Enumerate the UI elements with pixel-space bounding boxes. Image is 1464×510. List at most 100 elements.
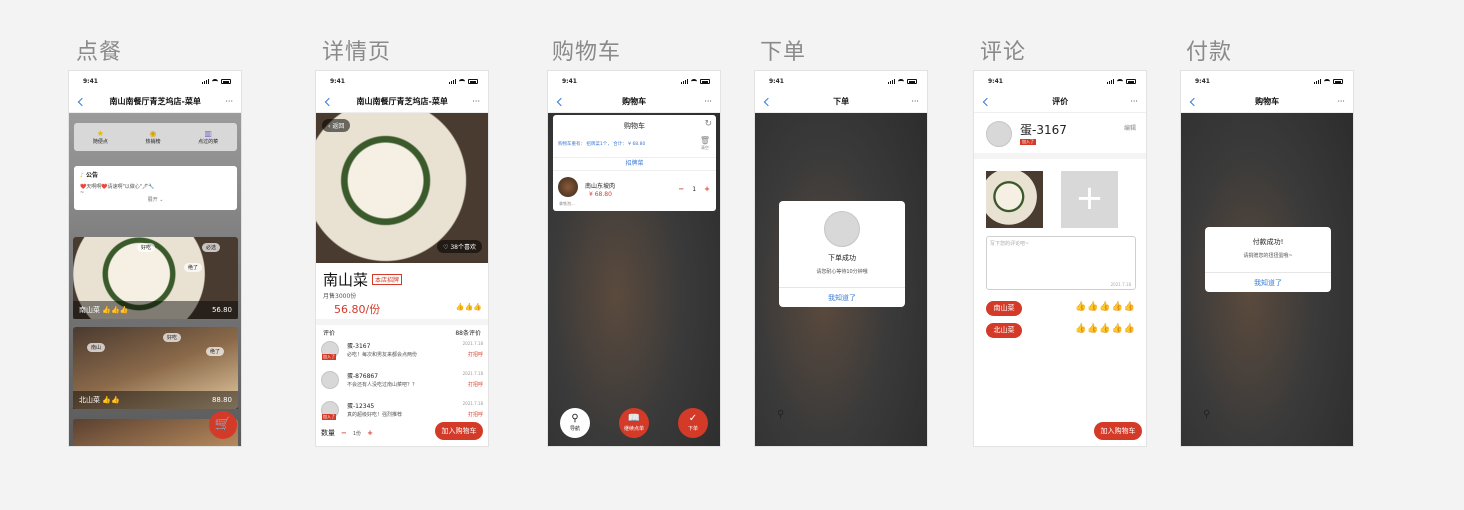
nav-title: 下单 bbox=[833, 97, 850, 106]
back-icon[interactable] bbox=[1189, 97, 1199, 106]
item-price: ¥ 68.80 bbox=[589, 191, 612, 198]
back-button[interactable]: ‹ 返回 bbox=[322, 119, 351, 132]
battery-icon bbox=[468, 78, 478, 84]
back-icon[interactable] bbox=[324, 97, 334, 106]
check-icon: ✓ bbox=[688, 413, 698, 424]
nav-bar: 评价 ··· bbox=[974, 91, 1146, 113]
phone-pay: 9:41 购物车 ··· 付款成功! 请捐赠您的扭扭蛋哦~ 我知道了 ⚲ bbox=[1180, 70, 1354, 447]
review-date: 2021.7.18 bbox=[462, 371, 483, 376]
review-date: 2021.7.18 bbox=[462, 401, 483, 406]
chart-icon: ▥ bbox=[204, 129, 212, 138]
plus-icon[interactable]: + bbox=[704, 185, 710, 193]
dialog-text: 请您耐心等待10分钟哦 bbox=[816, 269, 868, 275]
back-icon[interactable] bbox=[763, 97, 773, 106]
continue-order-button[interactable]: 📖 继续点单 bbox=[619, 408, 649, 438]
pin-icon: ⚲ bbox=[777, 409, 785, 420]
review-textarea[interactable]: 写下您的评论吧~ 2021.7.18 bbox=[986, 236, 1136, 290]
nav-bar: 南山南餐厅青芝坞店-菜单 ··· bbox=[69, 91, 241, 113]
rating-thumbs[interactable]: 👍👍👍👍👍 bbox=[1075, 302, 1136, 312]
status-time: 9:41 bbox=[988, 77, 1003, 85]
avatar bbox=[824, 211, 860, 247]
likes-badge[interactable]: ♡ 38个喜欢 bbox=[437, 240, 482, 253]
reviews-count[interactable]: 88条评价 bbox=[455, 328, 481, 337]
navigate-button[interactable]: ⚲ 导航 bbox=[560, 408, 590, 438]
dish-tag: 绝了 bbox=[205, 347, 224, 356]
notice-expand[interactable]: 展开 ⌄ bbox=[80, 196, 231, 203]
more-icon[interactable]: ··· bbox=[1130, 97, 1138, 106]
wifi-icon bbox=[212, 78, 218, 84]
notice-text: ❤️天啊啊❤️请速啊"以做心"🖊🔧 bbox=[80, 184, 155, 190]
review-item: 加入了 蛋-3167 必吃！每次和男友来都会点两份 2021.7.18 打招呼 bbox=[321, 339, 483, 369]
more-icon[interactable]: ··· bbox=[225, 97, 233, 106]
cart-panel: 购物车 ↻ 🗑 清空 购物车重有： 招牌菜1个， 合计： ¥ 68.80 招牌菜 … bbox=[553, 115, 716, 211]
acknowledge-button[interactable]: 我知道了 bbox=[779, 287, 905, 307]
nav-bar: 下单 ··· bbox=[755, 91, 927, 113]
review-photo[interactable] bbox=[986, 171, 1043, 228]
greet-link[interactable]: 打招呼 bbox=[468, 381, 483, 388]
back-icon[interactable] bbox=[77, 97, 87, 106]
divider bbox=[974, 153, 1146, 159]
battery-icon bbox=[907, 78, 917, 84]
add-to-cart-button[interactable]: 加入购物车 bbox=[435, 422, 483, 440]
medal-icon: ◉ bbox=[149, 129, 157, 138]
shortcut-history[interactable]: ▥ 点过的菜 bbox=[198, 129, 218, 145]
heart-icon: ♡ bbox=[443, 244, 449, 251]
section-title-placed: 下单 bbox=[760, 40, 807, 65]
more-icon[interactable]: ··· bbox=[472, 97, 480, 106]
signal-icon bbox=[1314, 78, 1321, 84]
dish-card-2[interactable]: 好吃 绝了 南山 北山菜 👍👍 88.80 bbox=[73, 327, 238, 409]
dish-tag-button[interactable]: 南山菜 bbox=[986, 301, 1022, 316]
minus-icon[interactable]: − bbox=[341, 429, 347, 437]
trash-icon[interactable]: 🗑 清空 bbox=[700, 137, 710, 151]
item-note: 拿铁泡... bbox=[559, 201, 575, 206]
nav-title: 购物车 bbox=[622, 97, 647, 106]
thumb-icon: 👍👍👍 bbox=[102, 306, 129, 314]
wifi-icon bbox=[898, 78, 904, 84]
review-user: 蛋-12345 bbox=[347, 403, 375, 410]
status-time: 9:41 bbox=[330, 77, 345, 85]
shortcut-random[interactable]: ★ 随便点 bbox=[93, 129, 108, 145]
acknowledge-button[interactable]: 我知道了 bbox=[1205, 272, 1331, 292]
rating-thumbs[interactable]: 👍👍👍👍👍 bbox=[1075, 324, 1136, 334]
plus-icon[interactable]: + bbox=[367, 429, 373, 437]
shortcut-hot[interactable]: ◉ 热销榜 bbox=[145, 129, 160, 145]
wifi-icon bbox=[1117, 78, 1123, 84]
place-order-button[interactable]: ✓ 下单 bbox=[678, 408, 708, 438]
signal-icon bbox=[1107, 78, 1114, 84]
review-user: 蛋-876867 bbox=[347, 373, 379, 380]
more-icon[interactable]: ··· bbox=[704, 97, 712, 106]
reviews-title: 评价 bbox=[323, 330, 336, 337]
more-icon[interactable]: ··· bbox=[911, 97, 919, 106]
dish-tag: 好吃 bbox=[163, 333, 182, 342]
minus-icon[interactable]: − bbox=[678, 185, 684, 193]
dish-name: 南山菜 bbox=[323, 271, 369, 289]
price: 56.80/份 bbox=[334, 303, 381, 316]
more-icon[interactable]: ··· bbox=[1337, 97, 1345, 106]
add-to-cart-button[interactable]: 加入购物车 bbox=[1094, 422, 1142, 440]
greet-link[interactable]: 打招呼 bbox=[468, 411, 483, 418]
dialog-title: 下单成功 bbox=[828, 254, 856, 262]
edit-link[interactable]: 编辑 bbox=[1124, 123, 1136, 132]
add-photo-button[interactable]: + bbox=[1061, 171, 1118, 228]
dish-price: 56.80 bbox=[211, 306, 232, 314]
back-icon[interactable] bbox=[556, 97, 566, 106]
section-title-review: 评论 bbox=[980, 40, 1027, 65]
refresh-icon[interactable]: ↻ bbox=[704, 119, 712, 129]
review-user: 蛋-3167 bbox=[347, 343, 371, 350]
cart-icon[interactable]: 🛒 bbox=[209, 411, 237, 439]
greet-link[interactable]: 打招呼 bbox=[468, 351, 483, 358]
cart-summary: 购物车重有： 招牌菜1个， 合计： ¥ 68.80 bbox=[558, 142, 646, 147]
member-badge: 加入了 bbox=[322, 354, 336, 360]
thumb-icon: 👍👍 bbox=[102, 396, 120, 404]
battery-icon bbox=[700, 78, 710, 84]
item-qty: 1 bbox=[692, 185, 697, 193]
shortcut-bar: ★ 随便点 ◉ 热销榜 ▥ 点过的菜 bbox=[74, 123, 237, 151]
battery-icon bbox=[1126, 78, 1136, 84]
dish-card-1[interactable]: 好吃 必选 绝了 南山菜 👍👍👍 56.80 bbox=[73, 237, 238, 319]
review-text: 不会还有人没吃过南山菜吧？？ bbox=[347, 382, 418, 388]
dish-tag-button[interactable]: 北山菜 bbox=[986, 323, 1022, 338]
status-time: 9:41 bbox=[562, 77, 577, 85]
status-time: 9:41 bbox=[83, 77, 98, 85]
back-icon[interactable] bbox=[982, 97, 992, 106]
member-badge: 加入了 bbox=[322, 414, 336, 420]
